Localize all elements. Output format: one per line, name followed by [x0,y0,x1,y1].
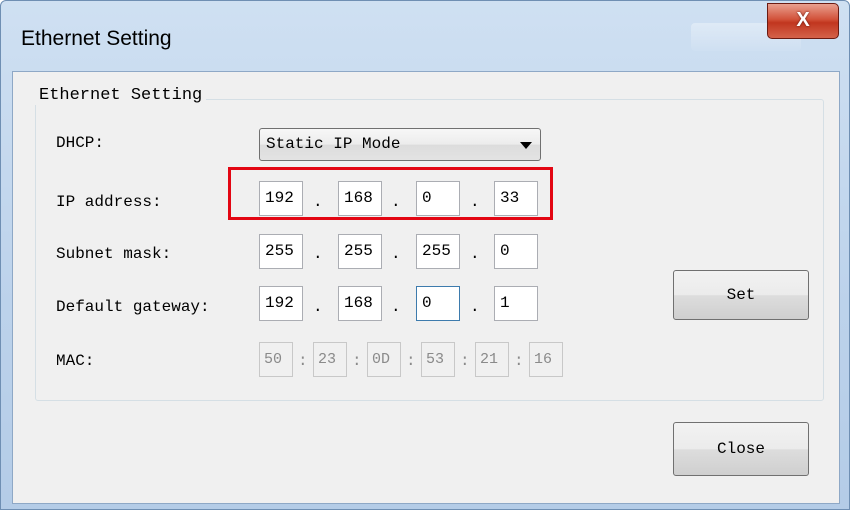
close-button[interactable]: Close [673,422,809,476]
mac-byte-2: 23 [313,342,347,377]
gateway-separator: . [391,298,401,316]
mac-separator: : [352,352,362,370]
group-title: Ethernet Setting [35,86,207,105]
default-gateway-label: Default gateway: [56,298,210,316]
set-button[interactable]: Set [673,270,809,320]
window-close-button[interactable]: X [767,3,839,39]
chevron-down-icon [520,142,532,149]
gateway-octet-3[interactable]: 0 [416,286,460,321]
mac-label: MAC: [56,352,95,370]
mac-byte-3: 0D [367,342,401,377]
gateway-octet-4[interactable]: 1 [494,286,538,321]
dialog-client-area: Ethernet Setting DHCP: Static IP Mode IP… [12,71,840,504]
mac-separator: : [460,352,470,370]
ethernet-setting-window: Ethernet Setting X Ethernet Setting DHCP… [0,0,850,510]
dhcp-mode-value: Static IP Mode [266,135,401,153]
mac-byte-1: 50 [259,342,293,377]
gateway-separator: . [313,298,323,316]
subnet-octet-3[interactable]: 255 [416,234,460,269]
mac-separator: : [514,352,524,370]
gateway-octet-1[interactable]: 192 [259,286,303,321]
subnet-mask-label: Subnet mask: [56,245,172,263]
mac-byte-5: 21 [475,342,509,377]
subnet-separator: . [313,245,323,263]
window-title: Ethernet Setting [21,27,172,50]
ip-address-highlight-box [228,167,553,220]
mac-separator: : [406,352,416,370]
subnet-separator: . [470,245,480,263]
subnet-separator: . [391,245,401,263]
mac-byte-6: 16 [529,342,563,377]
dhcp-mode-select[interactable]: Static IP Mode [259,128,541,161]
subnet-octet-1[interactable]: 255 [259,234,303,269]
subnet-octet-2[interactable]: 255 [338,234,382,269]
gateway-separator: . [470,298,480,316]
mac-separator: : [298,352,308,370]
subnet-octet-4[interactable]: 0 [494,234,538,269]
dhcp-label: DHCP: [56,134,105,152]
gateway-octet-2[interactable]: 168 [338,286,382,321]
ip-address-label: IP address: [56,193,162,211]
close-icon: X [796,9,810,31]
mac-byte-4: 53 [421,342,455,377]
title-bar: Ethernet Setting X [1,1,850,71]
